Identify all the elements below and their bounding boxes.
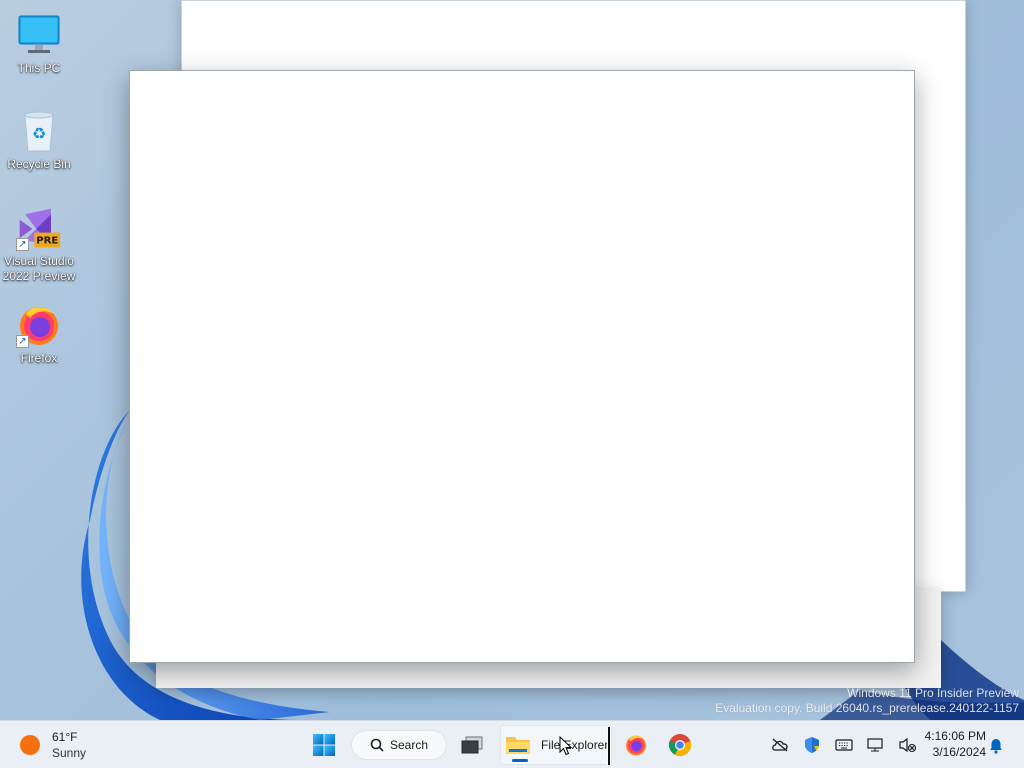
firefox-icon: ↗: [16, 302, 62, 348]
desktop-icon-label: Visual Studio 2022 Preview: [2, 254, 76, 283]
search-button[interactable]: Search: [351, 730, 447, 760]
security-shield-icon[interactable]: [796, 729, 828, 761]
clock-time: 4:16:06 PM: [924, 729, 986, 743]
weather-condition: Sunny: [52, 746, 87, 760]
weather-temp: 61°F: [52, 730, 78, 744]
taskbar: 61°F Sunny Search File Explorer 4:16:06 …: [0, 720, 1024, 768]
file-explorer-taskbar-button[interactable]: File Explorer: [500, 725, 612, 765]
desktop-icon-label: This PC: [17, 61, 61, 75]
watermark-line-2: Evaluation copy. Build 26040.rs_prerelea…: [715, 701, 1019, 715]
evaluation-watermark: Windows 11 Pro Insider Preview Evaluatio…: [715, 686, 1019, 716]
weather-widget[interactable]: 61°F Sunny: [12, 727, 94, 763]
keyboard-icon[interactable]: [828, 729, 860, 761]
search-icon: [370, 738, 384, 752]
desktop-icon-visual-studio[interactable]: PRE ↗ Visual Studio 2022 Preview: [0, 205, 78, 284]
task-view-icon: [461, 736, 483, 754]
desktop-icon-label: Recycle Bin: [7, 157, 71, 171]
chrome-icon: [668, 734, 692, 756]
system-clock[interactable]: 4:16:06 PM 3/16/2024: [916, 728, 986, 760]
recycle-bin-icon: ♻: [16, 108, 62, 154]
shortcut-arrow-icon: ↗: [16, 335, 29, 348]
notification-bell-icon[interactable]: [984, 734, 1008, 758]
shortcut-arrow-icon: ↗: [16, 238, 29, 251]
start-button[interactable]: [305, 725, 343, 765]
firefox-icon: [626, 735, 646, 756]
watermark-line-1: Windows 11 Pro Insider Preview: [847, 686, 1019, 700]
search-label: Search: [389, 738, 429, 752]
file-explorer-label: File Explorer: [541, 738, 609, 752]
chrome-taskbar-button[interactable]: [661, 725, 699, 765]
desktop-icon-recycle-bin[interactable]: ♻ Recycle Bin: [0, 108, 78, 172]
system-tray: [764, 729, 924, 761]
sun-icon: [20, 735, 40, 755]
foreground-window[interactable]: [129, 70, 915, 663]
windows-logo-icon: [313, 734, 335, 756]
svg-text:♻: ♻: [32, 124, 46, 143]
task-view-button[interactable]: [453, 725, 491, 765]
desktop-icon-label: Firefox: [20, 351, 58, 365]
visual-studio-preview-icon: PRE ↗: [16, 205, 62, 251]
clock-date: 3/16/2024: [932, 745, 986, 759]
folder-icon: [506, 737, 530, 754]
svg-text:PRE: PRE: [36, 236, 58, 247]
text-cursor-marker: [607, 727, 611, 765]
desktop-icon-firefox[interactable]: ↗ Firefox: [0, 302, 78, 366]
active-indicator: [512, 759, 528, 762]
firefox-taskbar-button[interactable]: [617, 725, 655, 765]
network-icon[interactable]: [860, 729, 892, 761]
onedrive-icon[interactable]: [764, 729, 796, 761]
desktop-icon-this-pc[interactable]: This PC: [0, 12, 78, 76]
monitor-icon: [16, 12, 62, 58]
mouse-pointer-icon: [559, 735, 573, 761]
